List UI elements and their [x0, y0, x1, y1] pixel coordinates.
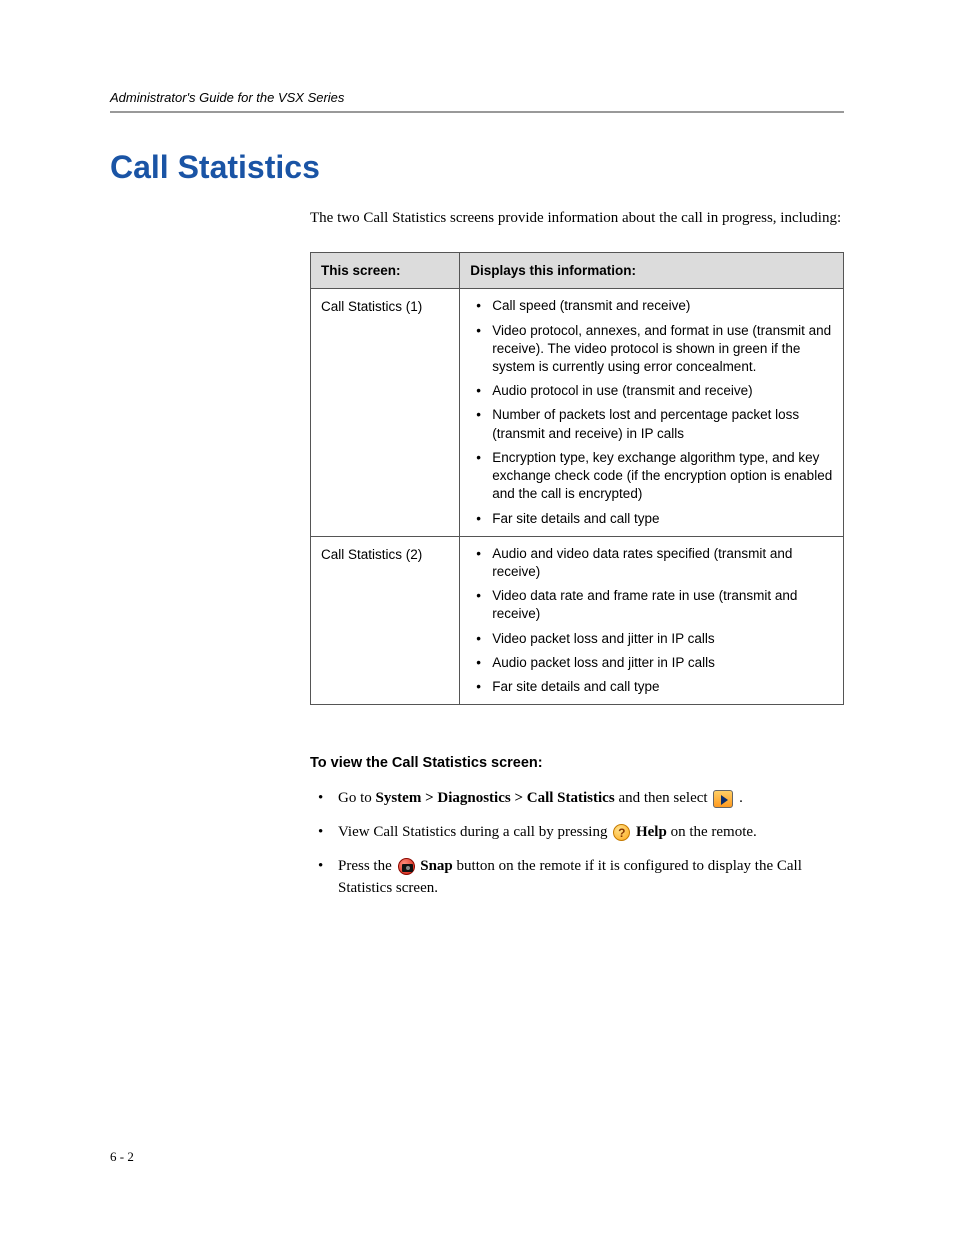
step-text: . [735, 790, 743, 806]
table-header-info: Displays this information: [460, 252, 844, 289]
step-item-3: Press the Snap button on the remote if i… [310, 856, 844, 900]
list-item: Audio and video data rates specified (tr… [470, 545, 833, 581]
header-rule [110, 111, 844, 113]
list-item: Far site details and call type [470, 678, 833, 696]
table-header-row: This screen: Displays this information: [311, 252, 844, 289]
step-bold-path: System > Diagnostics > Call Statistics [376, 790, 615, 806]
steps-list: Go to System > Diagnostics > Call Statis… [310, 788, 844, 899]
cell-screen-1: Call Statistics (1) [311, 289, 460, 536]
step-text: Go to [338, 790, 376, 806]
call-stats-table: This screen: Displays this information: … [310, 252, 844, 706]
list-item: Video data rate and frame rate in use (t… [470, 587, 833, 623]
table-row: Call Statistics (2) Audio and video data… [311, 536, 844, 705]
cell-info-1: Call speed (transmit and receive) Video … [460, 289, 844, 536]
cell-screen-2: Call Statistics (2) [311, 536, 460, 705]
list-item: Audio protocol in use (transmit and rece… [470, 382, 833, 400]
step-text: Press the [338, 858, 396, 874]
step-item-2: View Call Statistics during a call by pr… [310, 822, 844, 844]
step-bold-help: Help [636, 824, 667, 840]
list-item: Far site details and call type [470, 510, 833, 528]
list-item: Video protocol, annexes, and format in u… [470, 322, 833, 377]
list-item: Video packet loss and jitter in IP calls [470, 630, 833, 648]
table-row: Call Statistics (1) Call speed (transmit… [311, 289, 844, 536]
steps-heading: To view the Call Statistics screen: [310, 753, 844, 774]
page-title: Call Statistics [110, 149, 844, 186]
camera-icon [398, 858, 415, 875]
list-item: Encryption type, key exchange algorithm … [470, 449, 833, 504]
page-number: 6 - 2 [110, 1149, 134, 1165]
play-icon [713, 790, 733, 808]
list-item: Audio packet loss and jitter in IP calls [470, 654, 833, 672]
cell-info-2: Audio and video data rates specified (tr… [460, 536, 844, 705]
intro-paragraph: The two Call Statistics screens provide … [310, 208, 844, 230]
list-item: Number of packets lost and percentage pa… [470, 406, 833, 442]
step-bold-snap: Snap [420, 858, 453, 874]
step-text: View Call Statistics during a call by pr… [338, 824, 611, 840]
step-text: on the remote. [667, 824, 757, 840]
list-item: Call speed (transmit and receive) [470, 297, 833, 315]
help-icon: ? [613, 824, 630, 841]
step-item-1: Go to System > Diagnostics > Call Statis… [310, 788, 844, 810]
running-header: Administrator's Guide for the VSX Series [110, 90, 844, 105]
step-text: and then select [615, 790, 712, 806]
table-header-screen: This screen: [311, 252, 460, 289]
